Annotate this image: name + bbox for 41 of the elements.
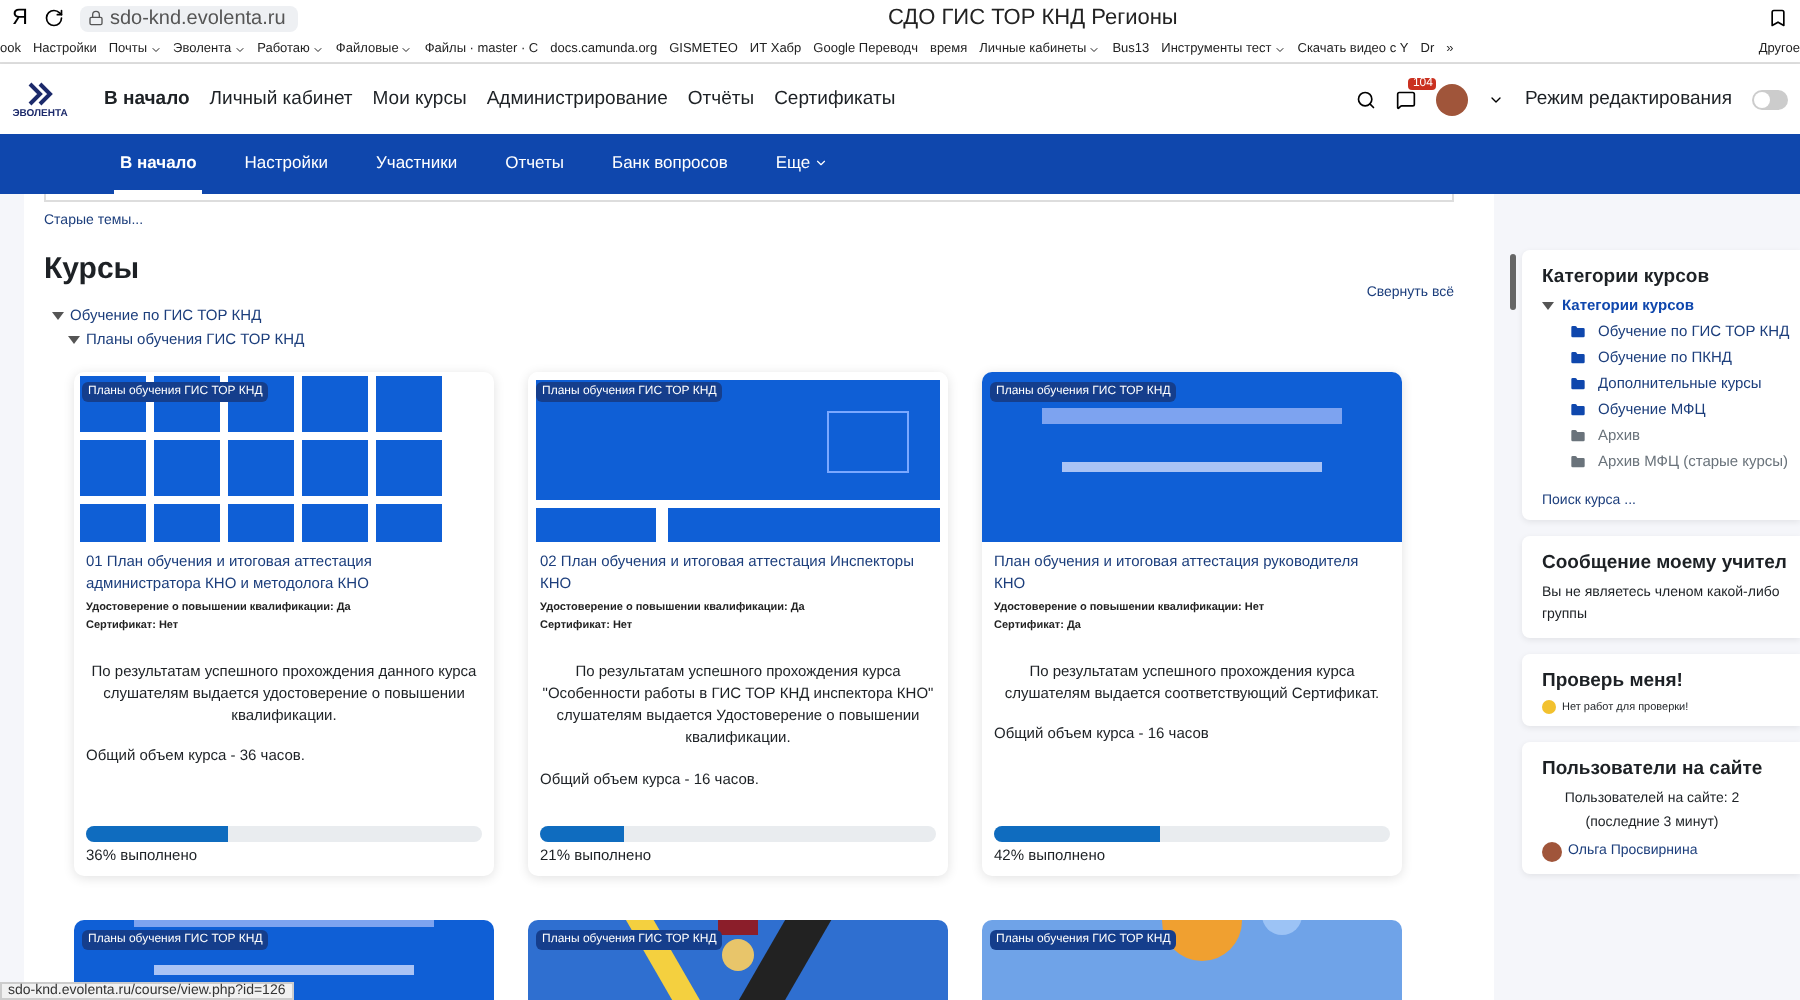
nav-link[interactable]: Личный кабинет xyxy=(209,88,353,110)
search-icon[interactable] xyxy=(1356,89,1377,109)
caret-icon xyxy=(233,43,246,55)
caret-icon xyxy=(1088,43,1101,55)
messages-icon[interactable] xyxy=(1396,89,1417,109)
folder-icon xyxy=(1570,349,1586,365)
bookmark-icon[interactable] xyxy=(1768,8,1788,28)
block-title: Проверь меня! xyxy=(1542,670,1685,693)
nav-link[interactable]: Мои курсы xyxy=(372,88,467,110)
folder-icon xyxy=(1570,375,1586,391)
user-avatar xyxy=(1542,841,1562,862)
folder-icon xyxy=(1570,453,1586,469)
nav-link[interactable]: В начало xyxy=(104,88,190,110)
block-title: Категории курсов xyxy=(1542,266,1712,288)
edit-mode-switch[interactable] xyxy=(1752,89,1788,109)
reload-icon[interactable] xyxy=(43,8,64,28)
block-title: Сообщение моему учител xyxy=(1542,552,1789,574)
nav-link[interactable]: Администрирование xyxy=(486,88,668,110)
caret-icon xyxy=(814,155,829,169)
course-tab[interactable]: Банк вопросов xyxy=(605,134,734,194)
block-title: Пользователи на сайте xyxy=(1542,758,1765,781)
folder-icon xyxy=(1570,323,1586,339)
course-tab[interactable]: Еще xyxy=(769,134,835,194)
smiley-icon xyxy=(1542,700,1556,715)
nav-link[interactable]: Отчёты xyxy=(687,88,755,110)
page-title: СДО ГИС ТОР КНД Регионы xyxy=(885,6,1180,30)
caret-icon xyxy=(400,43,413,55)
section-heading: Курсы xyxy=(44,252,142,286)
folder-icon xyxy=(1570,401,1586,417)
browser-logo[interactable]: Я xyxy=(12,6,28,30)
user-avatar[interactable] xyxy=(1436,83,1469,115)
nav-link[interactable]: Сертификаты xyxy=(774,88,896,110)
course-tab[interactable]: Отчеты xyxy=(499,134,570,194)
course-tab[interactable]: Участники xyxy=(369,134,464,194)
caret-icon xyxy=(1273,43,1286,55)
course-tab[interactable]: Настройки xyxy=(238,134,334,194)
caret-icon xyxy=(149,43,162,55)
folder-icon xyxy=(1570,427,1586,443)
address-bar[interactable]: sdo-knd.evolenta.ru xyxy=(79,5,298,31)
edit-mode-label: Режим редактирования xyxy=(1524,88,1732,110)
caret-icon xyxy=(311,43,324,55)
